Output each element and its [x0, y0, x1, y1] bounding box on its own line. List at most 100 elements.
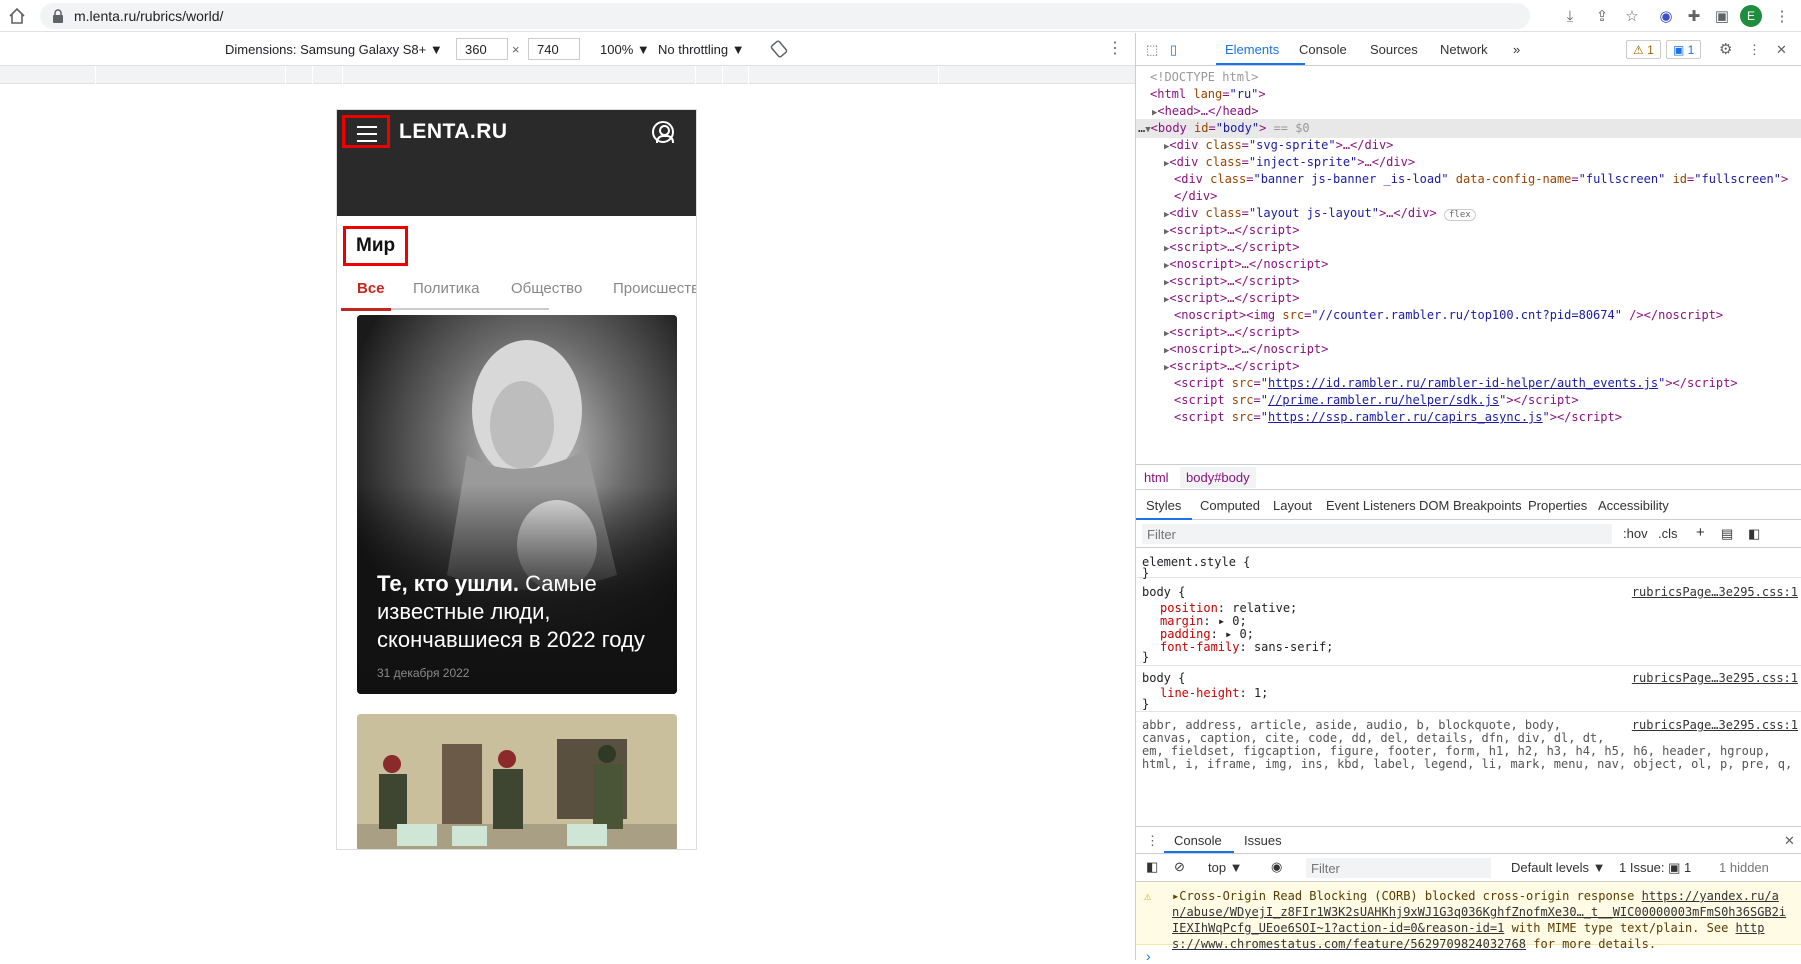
styles-tabbar: Styles Computed Layout Event Listeners D… [1136, 490, 1801, 520]
cls-toggle[interactable]: .cls [1658, 526, 1678, 541]
new-rule-icon[interactable]: + [1696, 524, 1705, 541]
side-panel-icon[interactable]: ▣ [1712, 6, 1732, 26]
address-bar[interactable]: m.lenta.ru/rubrics/world/ [40, 3, 1530, 29]
dom-tree[interactable]: <!DOCTYPE html> <html lang="ru"> ▶<head>… [1136, 66, 1801, 464]
device-toolbar: Dimensions: Samsung Galaxy S8+ ▼ × 100% … [0, 33, 1135, 66]
close-devtools-icon[interactable]: ✕ [1776, 42, 1787, 58]
tab-console[interactable]: Console [1299, 42, 1347, 57]
home-icon[interactable] [8, 7, 26, 25]
breadcrumb-html[interactable]: html [1144, 470, 1169, 485]
rule-source-link[interactable]: rubricsPage…3e295.css:1 [1632, 717, 1798, 734]
prop-name: line-height [1160, 686, 1240, 700]
tab-properties[interactable]: Properties [1528, 498, 1587, 513]
prop-value: sans-serif; [1253, 640, 1334, 654]
tab-event-listeners[interactable]: Event Listeners [1326, 498, 1416, 513]
warnings-badge[interactable]: ⚠ 1 [1626, 40, 1661, 59]
styles-filter-input[interactable] [1142, 524, 1612, 544]
card-title[interactable]: Те, кто ушли. Самые известные люди, скон… [377, 570, 667, 654]
computed-sidebar-icon[interactable]: ▤ [1721, 526, 1733, 542]
site-header: LENTA.RU [337, 110, 696, 216]
drawer-menu-icon[interactable]: ⋮ [1146, 833, 1159, 849]
rule-body-2[interactable]: body { rubricsPage…3e295.css:1 line-heig… [1136, 666, 1801, 712]
console-warning[interactable]: ⚠ ▸Cross-Origin Read Blocking (CORB) blo… [1136, 882, 1801, 951]
drawer-tab-console[interactable]: Console [1174, 833, 1222, 848]
warning-suffix: for more details. [1526, 937, 1657, 951]
times-sign: × [512, 42, 520, 57]
warning-icon: ⚠ [1144, 889, 1152, 903]
console-filter-input[interactable] [1306, 858, 1491, 878]
device-options-icon[interactable]: ⋮ [1107, 41, 1123, 57]
bookmark-star-icon[interactable]: ☆ [1622, 6, 1642, 26]
active-tab-indicator [341, 308, 391, 311]
console-prompt[interactable]: › [1146, 948, 1151, 964]
rule-source-link[interactable]: rubricsPage…3e295.css:1 [1632, 584, 1798, 601]
breadcrumb-body[interactable]: body#body [1180, 467, 1256, 488]
tab-politics[interactable]: Политика [397, 280, 495, 297]
close-drawer-icon[interactable]: ✕ [1784, 833, 1795, 849]
drawer-tab-issues[interactable]: Issues [1244, 833, 1282, 848]
user-icon[interactable] [652, 121, 674, 143]
css-property[interactable]: line-height: 1; [1160, 685, 1268, 702]
tab-sources[interactable]: Sources [1370, 42, 1418, 57]
lock-icon[interactable] [52, 9, 64, 23]
tab-network[interactable]: Network [1440, 42, 1488, 57]
log-levels-select[interactable]: Default levels ▼ [1511, 860, 1606, 875]
height-input[interactable] [528, 38, 580, 60]
dom-node[interactable]: <script src="https://ssp.rambler.ru/capi… [1136, 408, 1801, 427]
tab-incidents[interactable]: Происшествия [597, 280, 696, 297]
messages-badge[interactable]: ▣ 1 [1666, 40, 1702, 59]
rule-close: } [1142, 650, 1150, 664]
more-tabs-icon[interactable]: » [1513, 42, 1520, 57]
issues-counter[interactable]: 1 Issue: ▣ 1 [1619, 860, 1691, 876]
extension-icon[interactable]: ◉ [1656, 6, 1676, 26]
tab-styles[interactable]: Styles [1146, 498, 1181, 513]
warning-mid: with MIME type text/plain. See [1504, 921, 1736, 935]
device-select[interactable]: Dimensions: Samsung Galaxy S8+ ▼ [225, 42, 443, 57]
profile-avatar[interactable]: E [1740, 5, 1762, 27]
menu-kebab-icon[interactable]: ⋮ [1772, 6, 1792, 26]
tab-elements[interactable]: Elements [1225, 42, 1279, 57]
media-query-ruler[interactable] [0, 66, 1135, 84]
rule-body-1[interactable]: body { rubricsPage…3e295.css:1 position:… [1136, 578, 1801, 666]
share-icon[interactable]: ⇪ [1592, 6, 1612, 26]
hamburger-menu-button[interactable] [342, 115, 390, 148]
breadcrumb: html body#body [1136, 464, 1801, 490]
toggle-sidebar-icon[interactable]: ◧ [1748, 526, 1760, 542]
settings-gear-icon[interactable]: ⚙ [1719, 40, 1732, 58]
css-property[interactable]: font-family: sans-serif; [1160, 639, 1333, 656]
menu-line [357, 133, 377, 135]
tab-accessibility[interactable]: Accessibility [1598, 498, 1669, 513]
width-input[interactable] [456, 38, 508, 60]
devtools-menu-icon[interactable]: ⋮ [1748, 42, 1761, 58]
tab-layout[interactable]: Layout [1273, 498, 1312, 513]
console-sidebar-icon[interactable]: ◧ [1146, 859, 1158, 875]
card-date: 31 декабря 2022 [377, 666, 470, 680]
throttling-select[interactable]: No throttling ▼ [658, 42, 745, 57]
install-icon[interactable]: ⤓ [1560, 6, 1580, 26]
hov-toggle[interactable]: :hov [1623, 526, 1648, 541]
tab-all[interactable]: Все [341, 280, 401, 297]
extensions-puzzle-icon[interactable]: ✚ [1684, 6, 1704, 26]
rule-element-style[interactable]: element.style { } [1136, 548, 1801, 579]
active-tab-underline [1216, 63, 1305, 65]
news-card-featured[interactable]: Те, кто ушли. Самые известные люди, скон… [357, 315, 677, 694]
rotate-icon[interactable] [770, 40, 788, 58]
rule-reset[interactable]: rubricsPage…3e295.css:1 abbr, address, a… [1136, 712, 1801, 826]
live-expression-eye-icon[interactable]: ◉ [1271, 859, 1282, 875]
clear-console-icon[interactable]: ⊘ [1174, 859, 1185, 875]
news-card-photo[interactable] [357, 714, 677, 849]
device-toggle-icon[interactable]: ▯ [1170, 42, 1177, 58]
context-select[interactable]: top ▼ [1208, 860, 1243, 875]
ruler-tick [722, 66, 723, 84]
ruler-tick [342, 66, 343, 84]
site-logo[interactable]: LENTA.RU [399, 120, 508, 144]
rule-selector: body { [1142, 585, 1186, 599]
tab-computed[interactable]: Computed [1200, 498, 1260, 513]
tab-society[interactable]: Общество [495, 280, 598, 297]
tab-dom-breakpoints[interactable]: DOM Breakpoints [1419, 498, 1522, 513]
rule-source-link[interactable]: rubricsPage…3e295.css:1 [1632, 670, 1798, 687]
url-text[interactable]: m.lenta.ru/rubrics/world/ [74, 8, 223, 24]
inspect-element-icon[interactable]: ⬚ [1146, 42, 1158, 58]
zoom-select[interactable]: 100% ▼ [600, 42, 650, 57]
rubric-title: Мир [343, 226, 409, 266]
